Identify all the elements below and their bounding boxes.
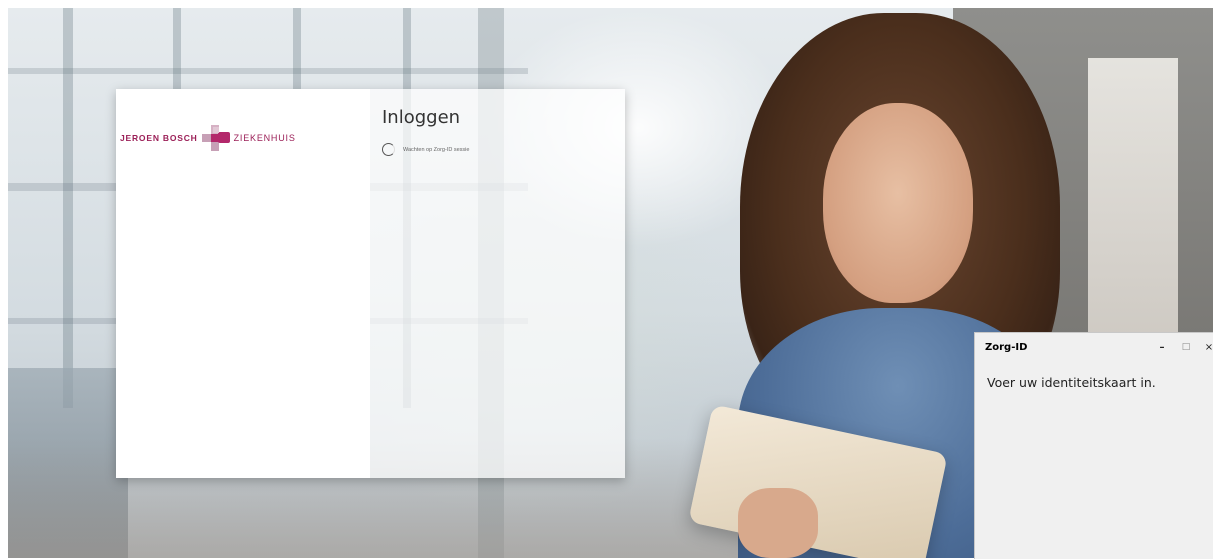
logo-right-text: ZIEKENHUIS: [233, 133, 296, 143]
close-button[interactable]: ×: [1198, 337, 1213, 357]
login-title: Inloggen: [382, 107, 461, 128]
minimize-button[interactable]: –: [1151, 337, 1173, 357]
hospital-logo: JEROEN BOSCH ZIEKENHUIS: [120, 123, 320, 153]
login-status: Wachten op Zorg-ID sessie: [382, 143, 469, 156]
loading-spinner-icon: [382, 143, 395, 156]
login-panel: Inloggen Wachten op Zorg-ID sessie: [370, 89, 625, 478]
login-card-brand-panel: JEROEN BOSCH ZIEKENHUIS: [116, 89, 370, 478]
login-status-text: Wachten op Zorg-ID sessie: [403, 146, 470, 153]
maximize-button[interactable]: □: [1175, 337, 1197, 357]
zorg-id-titlebar[interactable]: Zorg-ID – □ ×: [975, 333, 1213, 363]
login-card: JEROEN BOSCH ZIEKENHUIS Inloggen Wachten…: [116, 89, 625, 478]
logo-cross-icon: [201, 125, 230, 151]
zorg-id-window: Zorg-ID – □ × Voer uw identiteitskaart i…: [974, 332, 1213, 559]
zorg-id-title: Zorg-ID: [985, 342, 1028, 353]
logo-left-text: JEROEN BOSCH: [120, 133, 198, 143]
zorg-id-message: Voer uw identiteitskaart in.: [987, 375, 1156, 390]
